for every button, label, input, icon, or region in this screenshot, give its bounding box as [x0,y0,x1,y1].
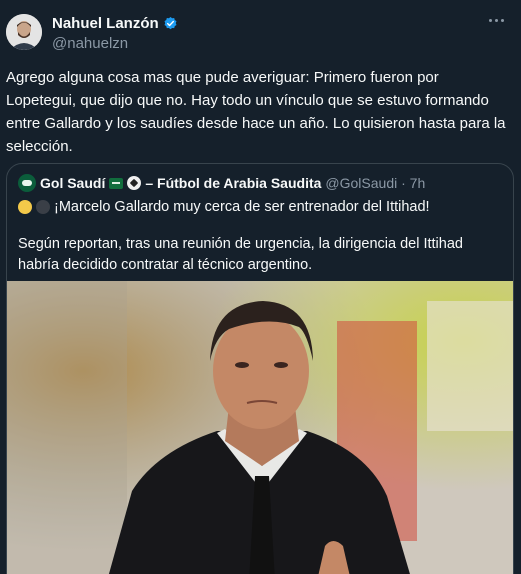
more-options-icon[interactable] [489,16,509,24]
saudi-flag-icon [109,177,124,189]
quoted-author-suffix[interactable]: – Fútbol de Arabia Saudita [145,175,321,191]
author-handle[interactable]: @nahuelzn [52,35,128,52]
quoted-author-name[interactable]: Gol Saudí [40,175,105,191]
author-name[interactable]: Nahuel Lanzón [52,15,159,32]
yellow-circle-icon [18,200,32,214]
quoted-photo[interactable] [7,281,513,574]
author-name-row[interactable]: Nahuel Lanzón [52,15,178,32]
quoted-headline: ¡Marcelo Gallardo muy cerca de ser entre… [54,199,430,215]
tweet[interactable]: Nahuel Lanzón @nahuelzn Agrego alguna co… [0,0,521,574]
black-circle-icon [36,200,50,214]
quoted-tweet[interactable]: Gol Saudí – Fútbol de Arabia Saudita @Go… [6,163,514,574]
quoted-author-avatar[interactable] [18,174,36,192]
quoted-tweet-header: Gol Saudí – Fútbol de Arabia Saudita @Go… [18,174,425,192]
tweet-text: Agrego alguna cosa mas que pude averigua… [6,69,506,155]
quoted-body: Según reportan, tras una reunión de urge… [18,236,463,273]
author-avatar[interactable] [6,14,42,50]
quoted-handle-time[interactable]: @GolSaudi · 7h [325,175,425,191]
verified-badge-icon [164,16,177,30]
soccer-ball-icon [127,176,142,190]
quoted-headline-row: ¡Marcelo Gallardo muy cerca de ser entre… [18,199,430,215]
